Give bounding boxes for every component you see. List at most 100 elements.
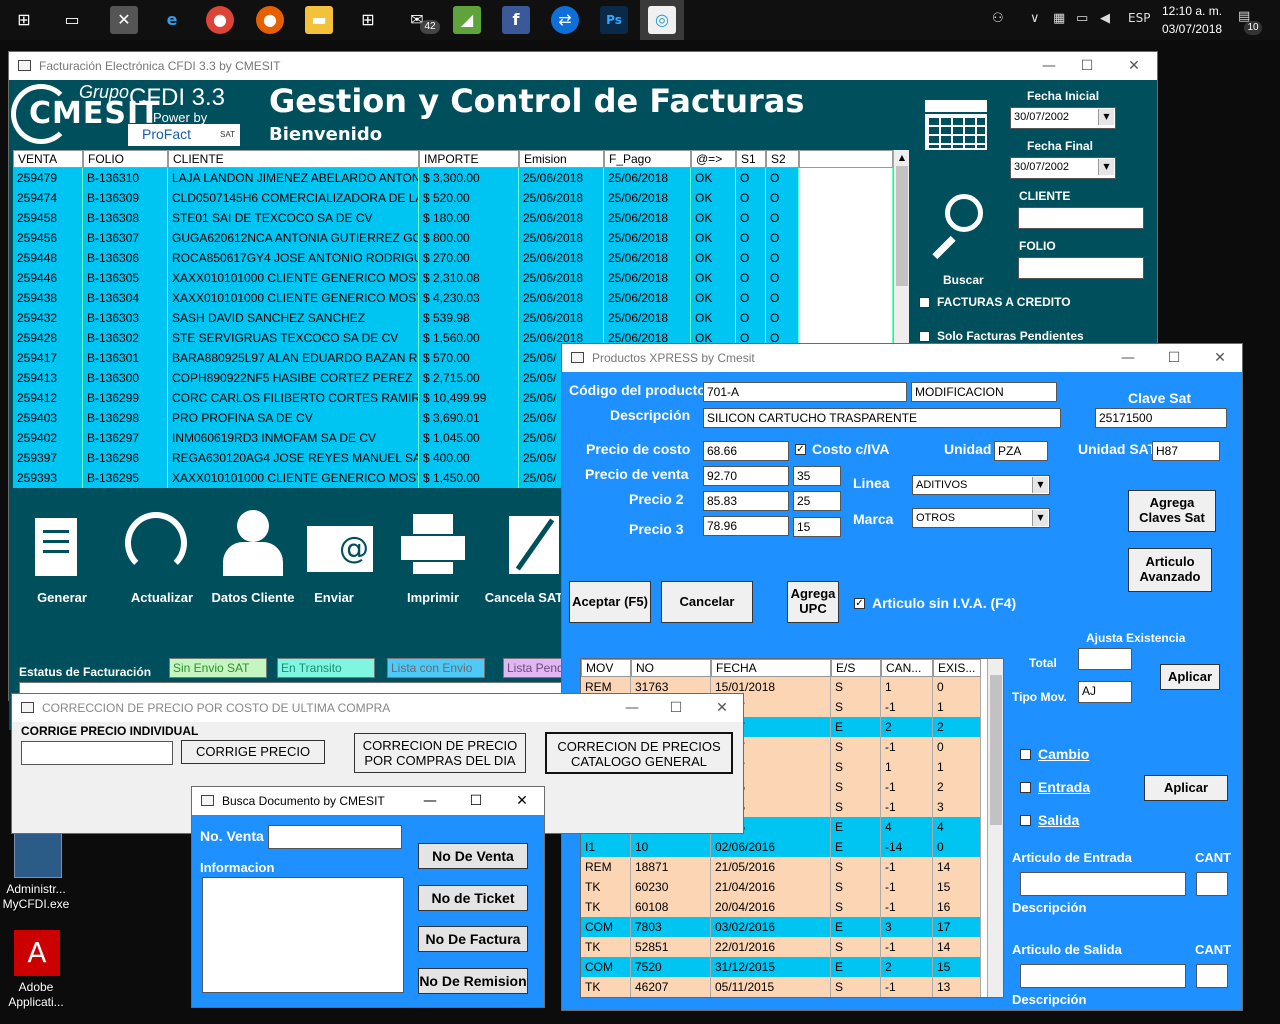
- productos-titlebar[interactable]: Productos XPRESS by Cmesit — ☐ ✕: [562, 344, 1242, 372]
- clock-time[interactable]: 12:10 a. m.: [1162, 4, 1222, 18]
- folio-search-input[interactable]: [1018, 257, 1144, 279]
- mov-column-header[interactable]: NO: [631, 659, 711, 677]
- task-view-icon[interactable]: ▭: [58, 6, 86, 34]
- teamviewer-icon[interactable]: ⇄: [551, 6, 579, 34]
- table-row[interactable]: 259432 B-136303 SASH DAVID SANCHEZ SANCHEZ…: [13, 308, 893, 328]
- toolbar-button-label[interactable]: Cancela SAT: [479, 590, 569, 605]
- scrollbar-thumb[interactable]: [990, 675, 1002, 825]
- correccion-titlebar[interactable]: CORRECCION DE PRECIO POR COSTO DE ULTIMA…: [12, 694, 743, 722]
- costo-iva-checkbox[interactable]: ✓: [795, 444, 806, 455]
- adobe-desktop-icon[interactable]: A: [14, 930, 60, 976]
- maximize-icon[interactable]: ☐: [666, 698, 686, 718]
- table-row[interactable]: 259458 B-136308 STE01 SAI DE TEXCOCO SA DE…: [13, 208, 893, 228]
- aceptar-button[interactable]: Aceptar (F5): [569, 581, 651, 623]
- network-icon[interactable]: ▦: [1053, 11, 1065, 26]
- unidad-sat-input[interactable]: H87: [1152, 441, 1220, 461]
- solo-pendientes-label[interactable]: Solo Facturas Pendientes: [937, 329, 1084, 343]
- corrige-precio-button[interactable]: CORRIGE PRECIO: [181, 740, 325, 764]
- aplicar-entrada-button[interactable]: Aplicar: [1144, 775, 1228, 801]
- codigo-input[interactable]: 701-A: [703, 382, 907, 402]
- minimize-icon[interactable]: —: [622, 698, 642, 718]
- folder-icon[interactable]: ▬: [305, 6, 333, 34]
- people-icon[interactable]: ⚇: [992, 11, 1004, 26]
- leaf-app-icon[interactable]: ◢: [453, 6, 481, 34]
- precio3-input[interactable]: 78.96: [703, 516, 789, 536]
- no-de-factura-button[interactable]: No De Factura: [418, 926, 528, 952]
- table-row[interactable]: 259479 B-136310 LAJA LANDON JIMENEZ ABELAR…: [13, 168, 893, 188]
- maximize-icon[interactable]: ☐: [1077, 56, 1097, 76]
- unidad-input[interactable]: PZA: [994, 441, 1048, 461]
- venta-input[interactable]: 92.70: [703, 466, 789, 486]
- clock-date[interactable]: 03/07/2018: [1162, 22, 1222, 36]
- list-item[interactable]: COM 7803 03/02/2016 E 3 17: [581, 917, 981, 937]
- column-header[interactable]: F_Pago: [604, 150, 691, 168]
- table-row[interactable]: 259456 B-136307 GUGA620612NCA ANTONIA GUTI…: [13, 228, 893, 248]
- costo-input[interactable]: 68.66: [703, 441, 789, 461]
- table-row[interactable]: 259474 B-136309 CLD0507145H6 COMERCIALIZAD…: [13, 188, 893, 208]
- total-input[interactable]: [1078, 648, 1132, 670]
- scroll-up-icon[interactable]: ▲: [894, 150, 910, 166]
- close-icon[interactable]: ✕: [512, 791, 532, 811]
- search-icon[interactable]: [927, 192, 991, 264]
- no-venta-input[interactable]: [268, 825, 402, 849]
- marca-select[interactable]: OTROS ▼: [912, 508, 1050, 528]
- table-row[interactable]: 259438 B-136304 XAXX010101000 CLIENTE GENE…: [13, 288, 893, 308]
- column-header[interactable]: CLIENTE: [168, 150, 419, 168]
- aplicar-button[interactable]: Aplicar: [1160, 664, 1220, 690]
- list-item[interactable]: TK 60108 20/04/2016 S -1 16: [581, 897, 981, 917]
- toolbar-button-label[interactable]: Actualizar: [117, 590, 207, 605]
- table-row[interactable]: 259448 B-136306 ROCA850617GY4 JOSE ANTONIO…: [13, 248, 893, 268]
- salida-label[interactable]: Salida: [1038, 812, 1079, 828]
- sin-iva-label[interactable]: Articulo sin I.V.A. (F4): [872, 595, 1016, 611]
- mov-column-header[interactable]: E/S: [831, 659, 881, 677]
- envelope-icon[interactable]: @: [307, 526, 373, 572]
- facturas-credito-checkbox[interactable]: [919, 297, 930, 308]
- art-entrada-input[interactable]: [1020, 872, 1186, 896]
- chevron-down-icon[interactable]: ▼: [1032, 477, 1048, 493]
- solo-pendientes-checkbox[interactable]: [919, 331, 930, 342]
- store-icon[interactable]: ⊞: [354, 6, 382, 34]
- windows-start-icon[interactable]: ⊞: [10, 6, 38, 34]
- chevron-down-icon[interactable]: ▼: [1098, 159, 1114, 175]
- busca-titlebar[interactable]: Busca Documento by CMESIT — ☐ ✕: [192, 787, 544, 815]
- column-header[interactable]: FOLIO: [83, 150, 168, 168]
- cancelar-button[interactable]: Cancelar: [661, 581, 753, 623]
- agrega-upc-button[interactable]: Agrega UPC: [787, 581, 839, 623]
- mov-column-header[interactable]: FECHA: [711, 659, 831, 677]
- cliente-search-input[interactable]: [1018, 207, 1144, 229]
- maximize-icon[interactable]: ☐: [1164, 348, 1184, 368]
- clave-sat-input[interactable]: 25171500: [1095, 408, 1227, 428]
- venta-pct-input[interactable]: 35: [793, 466, 841, 486]
- list-item[interactable]: COM 7520 31/12/2015 E 2 15: [581, 957, 981, 977]
- mov-column-header[interactable]: MOV: [581, 659, 631, 677]
- precio2-input[interactable]: 85.83: [703, 491, 789, 511]
- list-item[interactable]: REM 18871 21/05/2016 S -1 14: [581, 857, 981, 877]
- maximize-icon[interactable]: ☐: [466, 791, 486, 811]
- no-de-remision-button[interactable]: No De Remision: [418, 968, 528, 994]
- mov-column-header[interactable]: EXIS...: [933, 659, 981, 677]
- document-icon[interactable]: [35, 518, 77, 576]
- facturas-credito-label[interactable]: FACTURAS A CREDITO: [937, 295, 1071, 309]
- entrada-label[interactable]: Entrada: [1038, 779, 1090, 795]
- mycfdi-desktop-icon[interactable]: [14, 832, 62, 878]
- minimize-icon[interactable]: —: [420, 791, 440, 811]
- toolbar-button-label[interactable]: Datos Cliente: [205, 590, 301, 605]
- salida-checkbox[interactable]: [1020, 815, 1031, 826]
- firefox-icon[interactable]: ●: [256, 6, 284, 34]
- close-icon[interactable]: ✕: [1124, 56, 1144, 76]
- correccion-compras-button[interactable]: CORRECION DE PRECIO POR COMPRAS DEL DIA: [354, 733, 526, 773]
- toolbar-button-label[interactable]: Imprimir: [393, 590, 473, 605]
- minimize-icon[interactable]: —: [1118, 348, 1138, 368]
- precio-individual-input[interactable]: [21, 741, 173, 765]
- volume-icon[interactable]: ◀: [1100, 11, 1110, 26]
- tools-icon[interactable]: ✕: [110, 6, 138, 34]
- battery-icon[interactable]: ▭: [1076, 11, 1088, 26]
- entrada-checkbox[interactable]: [1020, 782, 1031, 793]
- precio3-pct-input[interactable]: 15: [793, 517, 841, 537]
- column-header[interactable]: S2: [766, 150, 799, 168]
- cancel-document-icon[interactable]: [509, 516, 559, 574]
- column-header[interactable]: IMPORTE: [419, 150, 519, 168]
- mov-column-header[interactable]: CAN...: [881, 659, 933, 677]
- chrome-icon[interactable]: ●: [206, 6, 234, 34]
- close-icon[interactable]: ✕: [1210, 348, 1230, 368]
